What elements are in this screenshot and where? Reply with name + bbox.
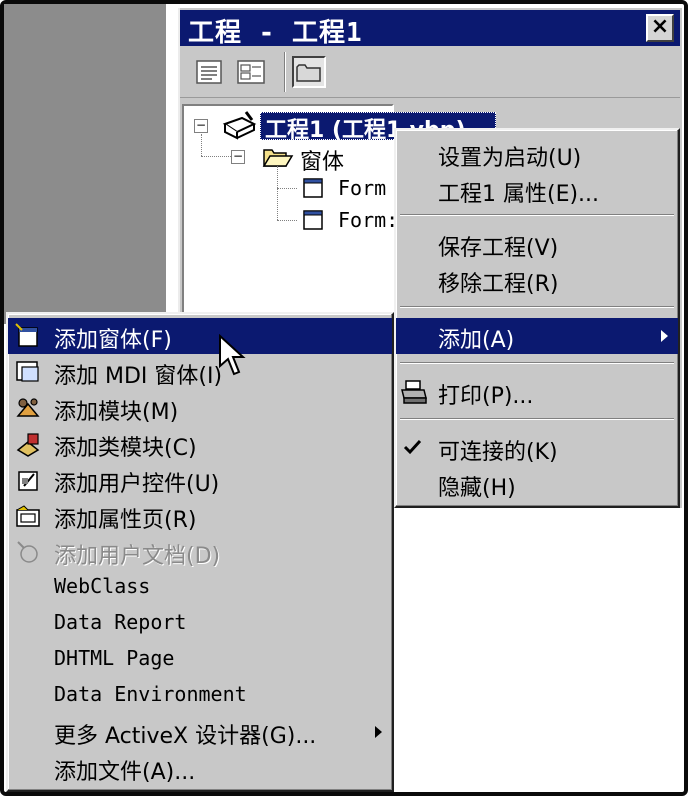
- project-context-menu: 设置为启动(U) 工程1 属性(E)... 保存工程(V) 移除工程(R) 添加…: [394, 128, 680, 508]
- tree-line: [277, 188, 297, 189]
- submenu-item-add-user-document: 添加用户文档(D): [8, 534, 392, 570]
- form-file-icon: [303, 210, 323, 230]
- user-control-icon: [18, 471, 38, 491]
- menu-item-remove-project[interactable]: 移除工程(R): [396, 262, 678, 298]
- submenu-item-label: 添加文件(A)...: [54, 760, 196, 785]
- menu-item-save-project[interactable]: 保存工程(V): [396, 226, 678, 262]
- submenu-item-label: 添加类模块(C): [54, 436, 197, 461]
- menu-item-label: 打印(P)...: [438, 384, 534, 409]
- submenu-item-add-mdi-form[interactable]: 添加 MDI 窗体(I): [8, 354, 392, 390]
- collapse-project-toggle[interactable]: −: [194, 119, 208, 133]
- add-submenu: 添加窗体(F) 添加 MDI 窗体(I) 添加模块(M) 添加类模块(C) 添加…: [6, 312, 394, 792]
- submenu-item-more-activex-designers[interactable]: 更多 ActiveX 设计器(G)...: [8, 714, 392, 750]
- submenu-arrow-icon: [661, 330, 668, 342]
- submenu-item-label: 添加属性页(R): [54, 508, 197, 533]
- project-icon: [222, 111, 257, 140]
- submenu-arrow-icon: [375, 726, 382, 738]
- toolbar-separator: [284, 52, 286, 92]
- folder-icon: [296, 64, 321, 82]
- toggle-folders-button[interactable]: [292, 56, 326, 88]
- menu-separator: [400, 306, 674, 308]
- submenu-item-dhtml-page[interactable]: DHTML Page: [8, 642, 392, 678]
- form-icon: [15, 323, 38, 347]
- submenu-item-label: 更多 ActiveX 设计器(G)...: [54, 724, 317, 749]
- view-object-icon: [237, 60, 265, 84]
- menu-item-label: 添加(A): [438, 328, 515, 353]
- submenu-item-label: 添加用户控件(U): [54, 472, 220, 497]
- menu-item-label: 设置为启动(U): [438, 146, 582, 171]
- class-module-icon: [16, 433, 40, 457]
- menu-separator: [400, 362, 674, 364]
- tree-line: [277, 220, 297, 221]
- printer-icon: [401, 380, 427, 404]
- menu-item-add[interactable]: 添加(A): [396, 318, 678, 354]
- collapse-forms-toggle[interactable]: −: [231, 150, 245, 164]
- menu-separator: [400, 214, 674, 216]
- submenu-item-label: Data Environment: [54, 682, 247, 706]
- menu-item-label: 隐藏(H): [438, 476, 516, 501]
- menu-item-set-startup[interactable]: 设置为启动(U): [396, 136, 678, 172]
- submenu-item-label: Data Report: [54, 610, 187, 634]
- submenu-item-add-property-page[interactable]: 添加属性页(R): [8, 498, 392, 534]
- mdi-form-icon: [16, 361, 39, 382]
- tree-line: [201, 134, 202, 156]
- mouse-cursor-icon: [219, 334, 246, 376]
- submenu-item-label: 添加用户文档(D): [54, 544, 221, 569]
- submenu-item-add-class-module[interactable]: 添加类模块(C): [8, 426, 392, 462]
- form-node-label[interactable]: Form:: [338, 208, 398, 232]
- menu-item-label: 工程1 属性(E)...: [438, 182, 600, 207]
- view-object-button[interactable]: [234, 56, 268, 88]
- user-document-icon: [17, 541, 38, 563]
- forms-folder-label[interactable]: 窗体: [300, 144, 344, 176]
- tree-line: [277, 166, 278, 220]
- menu-item-project-properties[interactable]: 工程1 属性(E)...: [396, 172, 678, 208]
- form-node-label[interactable]: Form: [338, 176, 386, 200]
- window-title: 工程 - 工程1: [188, 18, 363, 48]
- submenu-item-add-form[interactable]: 添加窗体(F): [8, 318, 392, 354]
- checkmark-icon: [403, 439, 422, 455]
- form-file-icon: [303, 178, 323, 198]
- property-page-icon: [16, 505, 40, 527]
- mdi-background: [4, 4, 166, 324]
- open-folder-icon: [262, 149, 294, 167]
- submenu-item-webclass[interactable]: WebClass: [8, 570, 392, 606]
- menu-item-label: 保存工程(V): [438, 236, 559, 261]
- submenu-item-data-environment[interactable]: Data Environment: [8, 678, 392, 714]
- menu-separator: [400, 418, 674, 420]
- close-button[interactable]: ×: [646, 14, 674, 42]
- project-toolbar: [180, 46, 680, 98]
- submenu-item-label: 添加模块(M): [54, 400, 179, 425]
- submenu-item-data-report[interactable]: Data Report: [8, 606, 392, 642]
- submenu-item-label: DHTML Page: [54, 646, 175, 670]
- project-explorer-titlebar[interactable]: 工程 - 工程1 ×: [180, 10, 680, 48]
- menu-item-dockable[interactable]: 可连接的(K): [396, 430, 678, 466]
- module-icon: [16, 398, 40, 417]
- menu-item-print[interactable]: 打印(P)...: [396, 374, 678, 410]
- menu-item-label: 可连接的(K): [438, 440, 558, 465]
- view-code-icon: [196, 60, 222, 84]
- submenu-item-add-user-control[interactable]: 添加用户控件(U): [8, 462, 392, 498]
- submenu-item-add-file[interactable]: 添加文件(A)...: [8, 750, 392, 786]
- menu-item-hide[interactable]: 隐藏(H): [396, 466, 678, 502]
- submenu-item-label: 添加窗体(F): [54, 328, 172, 353]
- submenu-item-label: WebClass: [54, 574, 151, 598]
- tree-line: [201, 156, 231, 157]
- view-code-button[interactable]: [192, 56, 226, 88]
- menu-item-label: 移除工程(R): [438, 272, 559, 297]
- submenu-item-label: 添加 MDI 窗体(I): [54, 364, 223, 389]
- submenu-item-add-module[interactable]: 添加模块(M): [8, 390, 392, 426]
